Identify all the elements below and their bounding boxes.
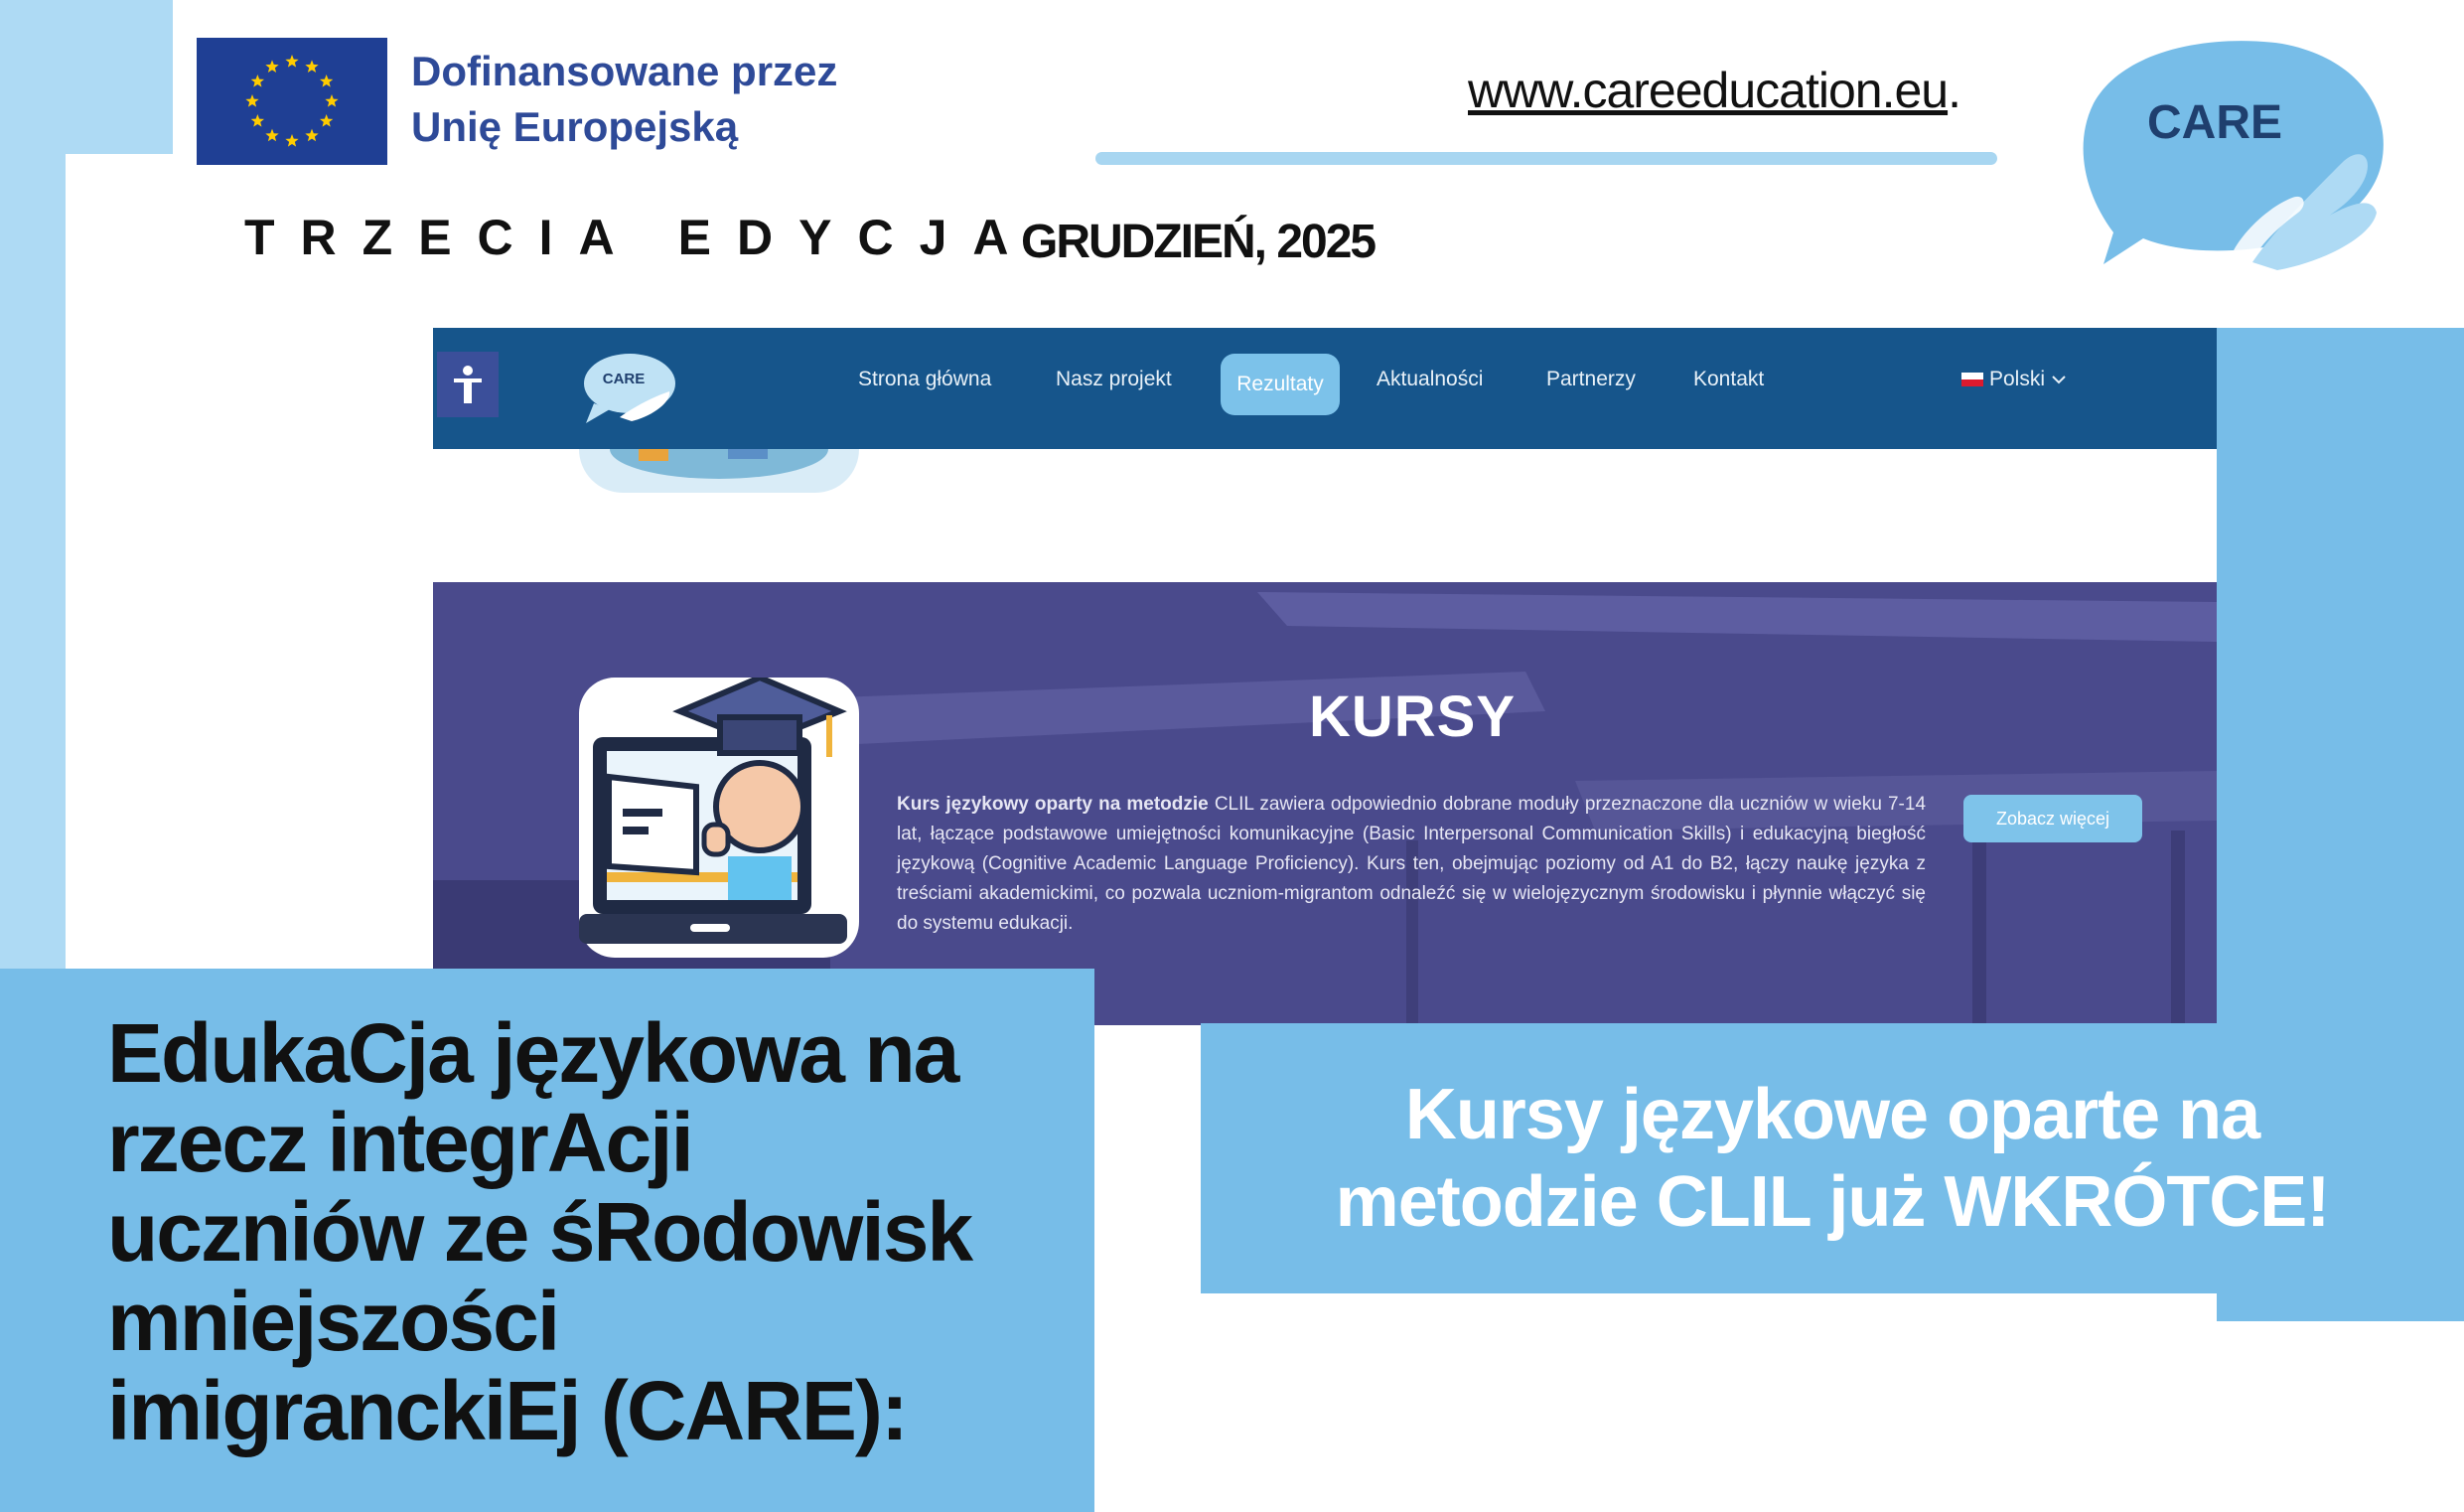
nav-strona-glowna[interactable]: Strona główna (858, 368, 991, 391)
graduate-laptop-icon (579, 674, 859, 958)
main-title-line: mniejszości (107, 1275, 560, 1368)
header-divider-bar (1095, 152, 1997, 165)
eu-funding-line1: Dofinansowane przez (411, 48, 838, 94)
language-label: Polski (1989, 368, 2046, 390)
nav-rezultaty[interactable]: Rezultaty (1221, 354, 1340, 415)
care-speech-bubble-logo: CARE (2074, 34, 2390, 280)
eu-funding-line2: Unię Europejską (411, 103, 739, 150)
hero-description: Kurs językowy oparty na metodzie CLIL za… (897, 790, 1926, 939)
accessibility-button[interactable] (437, 352, 499, 417)
nav-kontakt[interactable]: Kontakt (1693, 368, 1764, 391)
language-selector[interactable]: Polski (1961, 368, 2067, 391)
site-logo[interactable]: CARE (580, 352, 679, 427)
top-left-decor-block (0, 0, 173, 154)
polish-flag-icon (1961, 373, 1983, 386)
main-title: EdukaCja językowa na rzecz integrAcji uc… (107, 1008, 1081, 1455)
announcement-line: Kursy językowe oparte na (1404, 1075, 2260, 1154)
eu-flag-icon (197, 38, 387, 165)
see-more-button[interactable]: Zobacz więcej (1963, 795, 2142, 842)
chevron-down-icon (2052, 376, 2066, 384)
date-label: GRUDZIEŃ, 2025 (1021, 216, 1377, 268)
nav-nasz-projekt[interactable]: Nasz projekt (1056, 368, 1172, 391)
nav-partnerzy[interactable]: Partnerzy (1546, 368, 1636, 391)
eu-funding-text: Dofinansowane przez Unię Europejską (411, 44, 928, 155)
partial-image-peek (579, 449, 859, 493)
main-title-line: EdukaCja językowa na (107, 1006, 959, 1100)
website-link[interactable]: www.careeducation.eu (1468, 63, 1949, 118)
main-title-line: imigranckiEj (CARE): (107, 1364, 909, 1457)
announcement-line: metodzie CLIL już WKRÓTCE! (1335, 1162, 2331, 1242)
announcement-text: Kursy językowe oparte na metodzie CLIL j… (1232, 1071, 2433, 1246)
edition-label: TRZECIA EDYCJA (244, 210, 1035, 265)
website-suffix: . (1948, 63, 1961, 118)
main-title-line: uczniów ze śRodowisk (107, 1185, 973, 1279)
site-logo-text: CARE (603, 371, 646, 387)
care-logo-text: CARE (2147, 96, 2282, 149)
hero-description-bold: Kurs językowy oparty na metodzie (897, 794, 1209, 815)
hero-title: KURSY (1309, 684, 1517, 749)
website[interactable]: www.careeducation.eu. (1468, 62, 1961, 119)
hero-description-text: CLIL zawiera odpowiednio dobrane moduły … (897, 794, 1927, 934)
main-title-line: rzecz integrAcji (107, 1096, 694, 1189)
nav-aktualnosci[interactable]: Aktualności (1377, 368, 1483, 391)
accessibility-icon (454, 366, 482, 403)
